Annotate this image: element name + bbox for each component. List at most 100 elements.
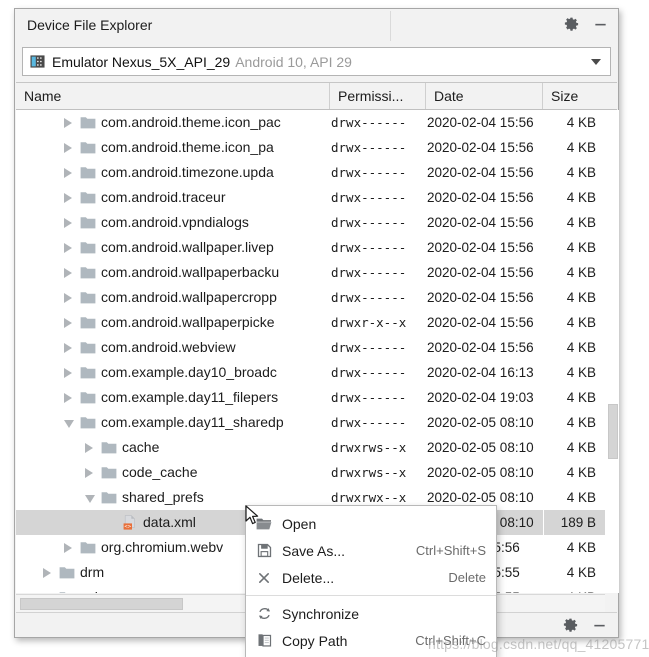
- file-permissions-cell: drwxrws--x: [331, 440, 407, 455]
- file-name-label: com.example.day10_broadc: [101, 364, 277, 380]
- table-row[interactable]: com.android.theme.icon_pac drwx------ 2020…: [16, 110, 605, 135]
- tree-expand-arrow-closed[interactable]: [85, 468, 93, 478]
- file-permissions-cell: drwx------: [331, 415, 407, 430]
- gear-icon[interactable]: [562, 15, 580, 33]
- screen: Device File Explorer Emulator Nexus_5X_A…: [0, 0, 649, 657]
- table-row[interactable]: com.android.wallpaper.livep drwx------ 202…: [16, 235, 605, 260]
- tree-expand-arrow-closed[interactable]: [85, 443, 93, 453]
- table-row[interactable]: com.android.wallpaperpicke drwxr-x--x 2020…: [16, 310, 605, 335]
- file-size-cell: 4 KB: [566, 140, 596, 155]
- tree-expand-arrow-closed[interactable]: [64, 268, 72, 278]
- table-row[interactable]: com.example.day11_filepers drwx------ 2020…: [16, 385, 605, 410]
- menu-item-open[interactable]: Open: [246, 510, 496, 537]
- file-size-cell: 4 KB: [566, 290, 596, 305]
- file-permissions-cell: drwx------: [331, 265, 407, 280]
- context-menu[interactable]: Open Save As... Ctrl+Shift+S Delete... Delet…: [245, 505, 497, 657]
- menu-item-label: Copy Path: [282, 632, 348, 649]
- tree-expand-arrow-closed[interactable]: [64, 368, 72, 378]
- column-header-name[interactable]: Name: [16, 83, 330, 109]
- file-name-label: gsi: [80, 589, 98, 593]
- minimize-icon[interactable]: [591, 15, 609, 33]
- file-permissions-cell: drwx------: [331, 390, 407, 405]
- file-size-cell: 4 KB: [566, 190, 596, 205]
- tree-expand-arrow-closed[interactable]: [64, 218, 72, 228]
- folder-icon: [59, 565, 75, 580]
- file-name-label: com.android.wallpaperbacku: [101, 264, 280, 280]
- tree-expand-arrow-closed[interactable]: [64, 118, 72, 128]
- table-row[interactable]: cache drwxrws--x 2020-02-05 08:10 4 KB: [16, 435, 605, 460]
- status-bar-actions: [561, 616, 608, 634]
- table-row[interactable]: com.android.theme.icon_pa drwx------ 2020-…: [16, 135, 605, 160]
- file-name-label: shared_prefs: [122, 489, 204, 505]
- file-name-label: org.chromium.webv: [101, 539, 224, 555]
- column-header-date[interactable]: Date: [426, 83, 543, 109]
- file-name-label: com.android.webview: [101, 339, 236, 355]
- file-size-cell: 4 KB: [566, 390, 596, 405]
- column-separator: [543, 110, 544, 593]
- column-header-size-label: Size: [551, 88, 579, 104]
- file-size-cell: 4 KB: [566, 165, 596, 180]
- menu-item-save-as[interactable]: Save As... Ctrl+Shift+S: [246, 537, 496, 564]
- tree-expand-arrow-closed[interactable]: [64, 393, 72, 403]
- file-name-label: com.android.wallpaperpicke: [101, 314, 275, 330]
- table-row[interactable]: com.example.day10_broadc drwx------ 2020-0…: [16, 360, 605, 385]
- horizontal-scrollbar-thumb[interactable]: [20, 598, 183, 610]
- table-row[interactable]: com.android.wallpapercropp drwx------ 2020…: [16, 285, 605, 310]
- save-icon: [254, 542, 274, 560]
- column-header-permissions[interactable]: Permissi...: [330, 83, 426, 109]
- table-row[interactable]: com.android.wallpaperbacku drwx------ 2020…: [16, 260, 605, 285]
- file-name-label: cache: [122, 439, 160, 455]
- folder-icon: [59, 590, 75, 593]
- android-device-icon: [30, 54, 45, 69]
- menu-item-synchronize[interactable]: Synchronize: [246, 600, 496, 627]
- file-permissions-cell: drwx------: [331, 140, 407, 155]
- file-permissions-cell: drwxrws--x: [331, 465, 407, 480]
- vertical-scrollbar-thumb[interactable]: [608, 404, 618, 459]
- folder-icon: [80, 165, 96, 180]
- minimize-icon[interactable]: [590, 616, 608, 634]
- table-row[interactable]: com.example.day11_sharedp drwx------ 2020-…: [16, 410, 605, 435]
- file-permissions-cell: drwx------: [331, 240, 407, 255]
- file-name-label: com.example.day11_sharedp: [101, 414, 284, 430]
- file-permissions-cell: drwx------: [331, 215, 407, 230]
- file-size-cell: 4 KB: [566, 365, 596, 380]
- gear-icon[interactable]: [561, 616, 579, 634]
- tree-expand-arrow-closed[interactable]: [64, 343, 72, 353]
- tree-expand-arrow-closed[interactable]: [64, 168, 72, 178]
- file-name-label: com.android.wallpapercropp: [101, 289, 277, 305]
- tree-expand-arrow-closed[interactable]: [43, 568, 51, 578]
- table-row[interactable]: com.android.timezone.upda drwx------ 2020-…: [16, 160, 605, 185]
- vertical-scrollbar[interactable]: [605, 110, 619, 593]
- device-selector[interactable]: Emulator Nexus_5X_API_29 Android 10, API…: [22, 47, 611, 76]
- file-name-label: com.android.theme.icon_pa: [101, 139, 274, 155]
- titlebar-divider: [390, 11, 391, 41]
- tree-expand-arrow-open[interactable]: [85, 495, 95, 503]
- table-row[interactable]: com.android.webview drwx------ 2020-02-04 …: [16, 335, 605, 360]
- tree-expand-arrow-closed[interactable]: [64, 193, 72, 203]
- xml-file-icon: <>: [122, 515, 138, 530]
- tree-expand-arrow-closed[interactable]: [64, 543, 72, 553]
- tree-expand-arrow-closed[interactable]: [64, 143, 72, 153]
- table-row[interactable]: code_cache drwxrws--x 2020-02-05 08:10 4 KB: [16, 460, 605, 485]
- tree-expand-arrow-closed[interactable]: [64, 318, 72, 328]
- folder-icon: [80, 140, 96, 155]
- file-size-cell: 4 KB: [566, 465, 596, 480]
- folder-icon: [80, 290, 96, 305]
- table-row[interactable]: com.android.vpndialogs drwx------ 2020-02-…: [16, 210, 605, 235]
- file-permissions-cell: drwx------: [331, 290, 407, 305]
- file-size-cell: 4 KB: [566, 315, 596, 330]
- column-header-size[interactable]: Size: [543, 83, 605, 109]
- tree-expand-arrow-open[interactable]: [64, 420, 74, 428]
- file-permissions-cell: drwx------: [331, 190, 407, 205]
- chevron-down-icon[interactable]: [591, 58, 601, 65]
- folder-icon: [80, 340, 96, 355]
- tree-expand-arrow-closed[interactable]: [64, 243, 72, 253]
- tool-window-titlebar: Device File Explorer: [15, 9, 618, 43]
- folder-icon: [101, 465, 117, 480]
- menu-item-delete[interactable]: Delete... Delete: [246, 564, 496, 591]
- menu-item-shortcut: Delete: [448, 570, 486, 585]
- table-row[interactable]: com.android.traceur drwx------ 2020-02-04 …: [16, 185, 605, 210]
- menu-separator: [246, 595, 496, 596]
- folder-icon: [80, 215, 96, 230]
- tree-expand-arrow-closed[interactable]: [64, 293, 72, 303]
